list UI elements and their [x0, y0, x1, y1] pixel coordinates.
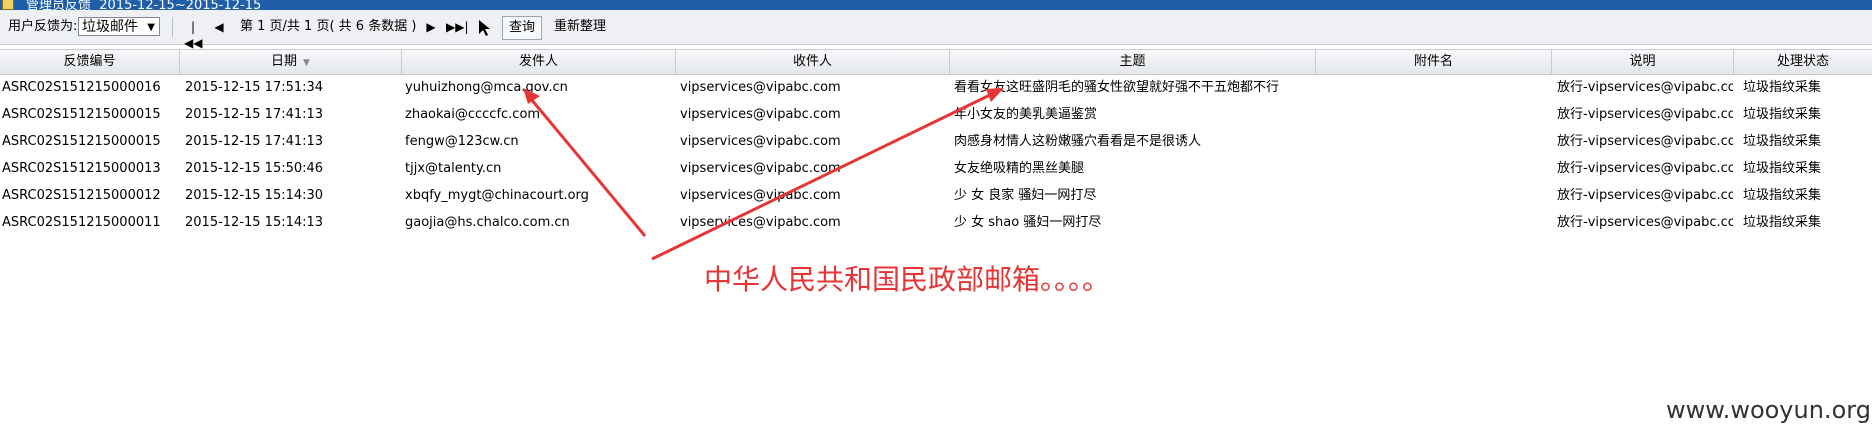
annotation-arrows — [523, 88, 1004, 261]
arrowhead-sender — [523, 88, 540, 104]
watermark: www.wooyun.org — [1666, 396, 1871, 424]
arrowhead-subject — [986, 88, 1004, 102]
annotation-text: 中华人民共和国民政部邮箱。。。。 — [704, 263, 1111, 296]
arrow-to-subject — [651, 92, 993, 261]
arrow-to-sender — [529, 98, 647, 237]
